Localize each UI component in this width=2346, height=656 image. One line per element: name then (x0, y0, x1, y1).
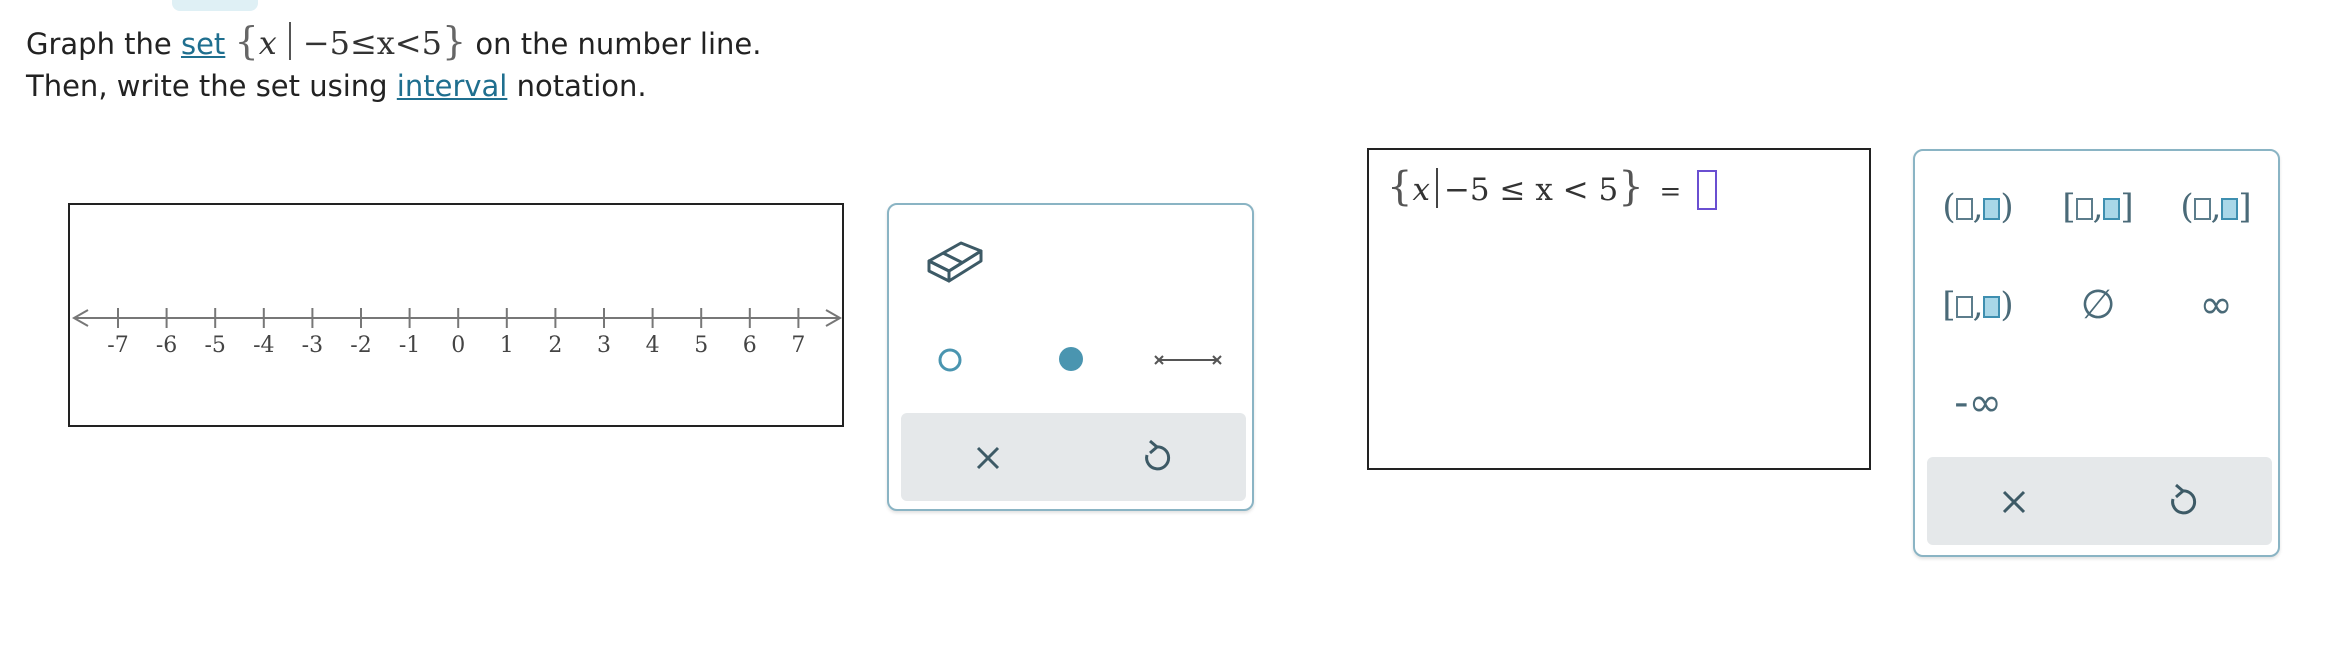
math-variable: x (258, 24, 277, 62)
slot-icon (2193, 198, 2211, 220)
prompt-text: Then, write the set using (26, 69, 397, 103)
prompt-text: on the number line. (466, 27, 762, 61)
slot-icon (2221, 198, 2239, 220)
top-tab-nub (172, 0, 258, 11)
keypad-actions (1927, 457, 2272, 545)
slot-icon (1983, 296, 2001, 318)
closed-open-interval-key[interactable]: [,) (1937, 279, 2019, 331)
graph-tool-panel (887, 203, 1254, 511)
negative-infinity-key[interactable]: -∞ (1937, 377, 2019, 429)
key-bracket: ( (2180, 187, 2194, 227)
answer-box[interactable]: {x −5 ≤ x < 5} = (1367, 148, 1871, 470)
tick-label: 1 (500, 333, 514, 358)
open-closed-interval-key[interactable]: (,] (2175, 181, 2257, 233)
prompt-text: notation. (507, 69, 647, 103)
interval-keypad: (,) [,] (,] [,) ∅ ∞ -∞ (1913, 149, 2280, 557)
key-bracket: ] (2238, 187, 2252, 227)
key-bracket: ( (1942, 187, 1956, 227)
question-prompt: Graph the set {x −5≤x<5} on the number li… (26, 20, 761, 107)
tick-label: -3 (302, 333, 323, 358)
tick-label: 3 (597, 333, 611, 358)
slot-icon (1983, 198, 2001, 220)
close-icon (2002, 490, 2026, 514)
interval-link[interactable]: interval (397, 69, 508, 103)
tick-label: 4 (646, 333, 660, 358)
segment-tool[interactable] (1153, 345, 1223, 375)
negative-infinity-icon: -∞ (1954, 380, 2002, 426)
closed-closed-interval-key[interactable]: [,] (2057, 181, 2139, 233)
eraser-tool[interactable] (923, 235, 985, 283)
tick-label: 7 (791, 333, 805, 358)
tick-label: 5 (694, 333, 708, 358)
key-bracket: ) (2000, 285, 2014, 325)
undo-icon (2171, 483, 2197, 515)
open-point-tool[interactable] (935, 345, 965, 375)
empty-set-icon: ∅ (2080, 282, 2116, 328)
tick-label: 6 (743, 333, 757, 358)
number-line-graph[interactable]: -7 -6 -5 -4 -3 -2 -1 0 1 2 3 4 5 6 7 (68, 203, 844, 427)
open-circle-icon (938, 348, 962, 372)
prompt-line-2: Then, write the set using interval notat… (26, 65, 761, 107)
undo-graph-button[interactable] (1126, 431, 1186, 485)
answer-expression[interactable]: {x −5 ≤ x < 5} = (1387, 164, 1718, 210)
closed-point-tool[interactable] (1055, 343, 1087, 375)
infinity-key[interactable]: ∞ (2175, 279, 2257, 331)
graph-tool-actions (901, 413, 1246, 501)
key-bracket: [ (1942, 285, 1956, 325)
prompt-text: Graph the (26, 27, 181, 61)
tick-label: -5 (204, 333, 225, 358)
set-builder-expression: {x −5≤x<5} (235, 20, 467, 62)
close-brace: } (1618, 164, 1644, 210)
answer-condition: −5 ≤ x < 5 (1443, 172, 1619, 208)
math-variable: x (1412, 172, 1430, 208)
undo-icon (1145, 439, 1171, 471)
empty-set-key[interactable]: ∅ (2057, 279, 2139, 331)
infinity-icon: ∞ (2199, 282, 2233, 328)
slot-icon (1955, 198, 1973, 220)
eraser-icon (927, 241, 983, 283)
open-open-interval-key[interactable]: (,) (1937, 181, 2019, 233)
open-brace: { (234, 19, 259, 63)
slot-icon (1955, 296, 1973, 318)
number-line-svg[interactable]: -7 -6 -5 -4 -3 -2 -1 0 1 2 3 4 5 6 7 (70, 205, 846, 429)
tick-label: -6 (156, 333, 177, 358)
tick-label: -1 (399, 333, 420, 358)
key-bracket: ) (2000, 187, 2014, 227)
equals-sign: = (1659, 177, 1682, 207)
answer-input-cursor[interactable] (1697, 170, 1718, 210)
tick-label: 0 (451, 333, 465, 358)
such-that-bar (1435, 168, 1438, 208)
open-brace: { (1387, 164, 1413, 210)
tick-label: -7 (107, 333, 128, 358)
prompt-line-1: Graph the set {x −5≤x<5} on the number li… (26, 20, 761, 65)
key-bracket: [ (2062, 187, 2076, 227)
tick-label: -4 (253, 333, 274, 358)
slot-icon (2103, 198, 2121, 220)
slot-icon (2075, 198, 2093, 220)
close-icon (976, 446, 1000, 470)
such-that-bar (288, 22, 291, 60)
tick-label: -2 (350, 333, 371, 358)
key-bracket: ] (2120, 187, 2134, 227)
clear-answer-button[interactable] (1984, 475, 2044, 529)
undo-answer-button[interactable] (2152, 475, 2212, 529)
closed-circle-icon (1059, 347, 1083, 371)
close-brace: } (441, 19, 467, 63)
set-link[interactable]: set (181, 27, 225, 61)
tick-label: 2 (548, 333, 562, 358)
math-condition: −5≤x<5 (302, 24, 442, 62)
clear-graph-button[interactable] (958, 431, 1018, 485)
segment-icon (1154, 355, 1222, 365)
